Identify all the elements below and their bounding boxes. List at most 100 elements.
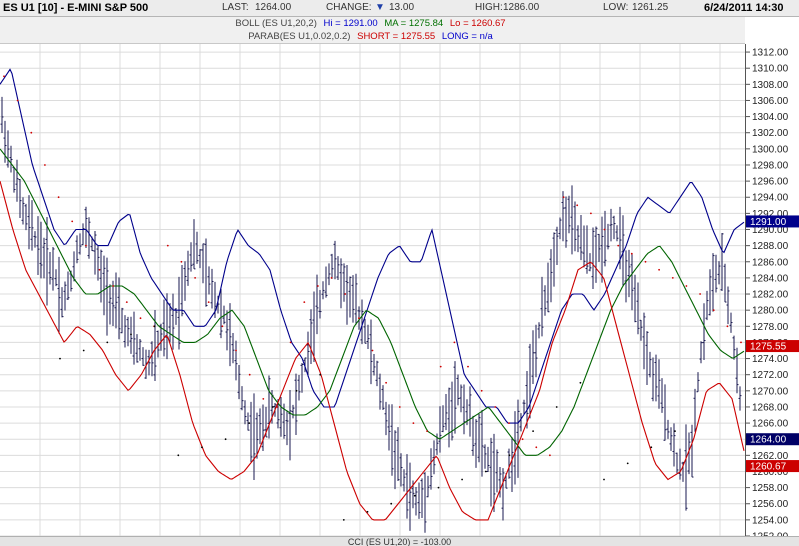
sar-short-dot	[480, 389, 483, 392]
sar-short-dot	[467, 365, 469, 368]
sar-long-dot	[413, 494, 416, 497]
sar-long-dot	[272, 406, 274, 408]
sar-short-dot	[726, 325, 729, 328]
sar-short-dot	[699, 293, 701, 295]
sar-short-dot	[371, 349, 374, 352]
price-tag-label-upper: 1291.00	[750, 217, 787, 228]
sar-short-dot	[71, 220, 74, 223]
sar-short-dot	[685, 285, 688, 287]
sar-long-dot	[390, 502, 393, 505]
sar-short-dot	[207, 301, 210, 303]
sar-short-dot	[508, 422, 510, 424]
last-value: 1264.00	[255, 2, 292, 13]
sar-short-dot	[125, 301, 128, 303]
parab-legend: PARAB(ES U1,0.02,0.2) SHORT = 1275.55 LO…	[0, 30, 745, 44]
boll-ma: MA = 1275.84	[384, 18, 444, 29]
high-value: 1286.00	[503, 2, 540, 13]
sar-long-dot	[461, 478, 463, 481]
sar-short-dot	[439, 365, 442, 368]
sar-long-dot	[579, 381, 582, 384]
sar-short-dot	[57, 196, 60, 199]
y-tick-label: 1270.00	[752, 386, 789, 397]
chart-window: ES U1 [10] - E-MINI S&P 500 LAST: 1264.0…	[0, 0, 799, 546]
y-tick-label: 1268.00	[752, 402, 789, 413]
sar-short-dot	[644, 260, 647, 263]
sar-long-dot	[248, 422, 251, 424]
quote-header: ES U1 [10] - E-MINI S&P 500 LAST: 1264.0…	[0, 0, 799, 17]
price-tag-label-lower: 1260.67	[750, 462, 787, 473]
sar-short-dot	[3, 75, 5, 78]
y-tick-label: 1272.00	[752, 370, 789, 381]
sar-long-dot	[603, 478, 605, 481]
price-plot[interactable]	[0, 44, 745, 536]
y-tick-label: 1280.00	[752, 306, 789, 317]
sar-long-dot	[295, 389, 298, 392]
sar-short-dot	[576, 204, 579, 207]
y-tick-label: 1254.00	[752, 515, 789, 526]
y-tick-label: 1282.00	[752, 290, 789, 301]
sar-long-dot	[201, 446, 203, 449]
sar-short-dot	[44, 164, 46, 166]
sar-short-dot	[453, 341, 456, 344]
sar-long-dot	[177, 454, 180, 457]
sar-short-dot	[303, 301, 306, 303]
parab-name: PARAB(ES U1,0.02,0.2)	[248, 31, 351, 42]
sar-short-dot	[658, 268, 660, 271]
last-label: LAST:	[222, 2, 249, 13]
y-tick-label: 1304.00	[752, 112, 789, 123]
sar-short-dot	[166, 244, 169, 247]
y-tick-label: 1278.00	[752, 322, 789, 333]
sar-long-dot	[82, 349, 85, 352]
y-tick-label: 1310.00	[752, 64, 789, 75]
y-tick-label: 1284.00	[752, 273, 789, 284]
sar-long-dot	[130, 333, 132, 336]
y-tick-label: 1298.00	[752, 160, 789, 171]
sar-short-dot	[276, 406, 278, 408]
sar-short-dot	[603, 228, 606, 231]
sar-short-dot	[248, 373, 251, 376]
sar-short-dot	[712, 309, 715, 312]
y-tick-label: 1266.00	[752, 419, 789, 430]
y-tick-label: 1308.00	[752, 80, 789, 91]
sar-short-dot	[494, 406, 497, 408]
y-tick-label: 1302.00	[752, 128, 789, 139]
sar-long-dot	[650, 446, 653, 449]
change-value: 13.00	[389, 2, 415, 13]
sar-short-dot	[112, 285, 115, 287]
boll-name: BOLL (ES U1,20,2)	[235, 18, 317, 29]
sar-short-dot	[221, 325, 224, 328]
sar-short-dot	[344, 293, 347, 295]
sar-short-dot	[289, 341, 292, 344]
parab-long: LONG = n/a	[441, 31, 493, 42]
symbol-title: ES U1 [10] - E-MINI S&P 500	[3, 2, 149, 14]
y-tick-label: 1258.00	[752, 483, 789, 494]
y-tick-label: 1306.00	[752, 96, 789, 107]
sar-short-dot	[262, 398, 265, 400]
parab-short: SHORT = 1275.55	[357, 31, 436, 42]
y-tick-label: 1312.00	[752, 48, 789, 59]
sar-short-dot	[139, 317, 142, 320]
sar-long-dot	[626, 462, 629, 465]
sar-long-dot	[366, 510, 369, 513]
sar-short-dot	[740, 341, 742, 344]
sar-short-dot	[30, 131, 33, 134]
sar-short-dot	[617, 244, 620, 247]
down-arrow-icon: ▼	[375, 2, 385, 13]
price-tag-label-short: 1275.55	[750, 342, 787, 353]
sar-short-dot	[16, 99, 19, 102]
sar-short-dot	[521, 438, 524, 441]
sar-short-dot	[330, 277, 333, 279]
price-axis: 1252.001254.001256.001258.001260.001262.…	[745, 44, 799, 536]
y-tick-label: 1296.00	[752, 177, 789, 188]
sar-long-dot	[484, 470, 487, 473]
y-tick-label: 1256.00	[752, 499, 789, 510]
sar-short-dot	[180, 260, 183, 263]
low-value: 1261.25	[632, 2, 669, 13]
y-tick-label: 1288.00	[752, 241, 789, 252]
sar-short-dot	[412, 422, 415, 424]
y-tick-label: 1300.00	[752, 144, 789, 155]
sar-short-dot	[317, 285, 319, 287]
y-tick-label: 1294.00	[752, 193, 789, 204]
sar-long-dot	[319, 373, 322, 376]
sar-long-dot	[437, 486, 440, 489]
